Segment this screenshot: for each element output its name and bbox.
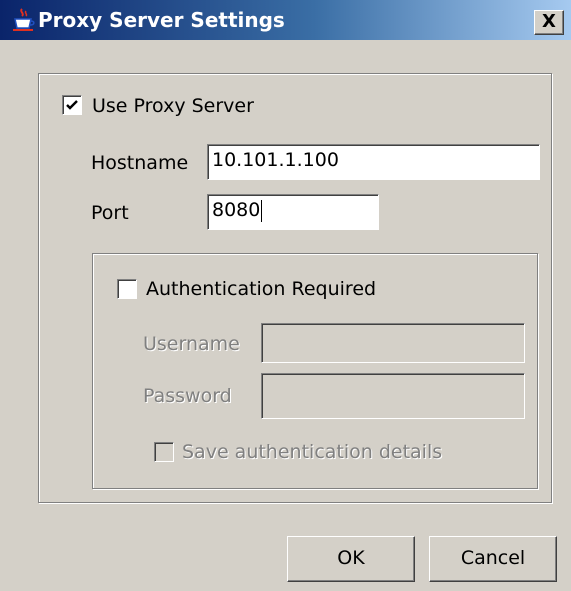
port-field[interactable]: 8080: [207, 194, 379, 230]
ok-button[interactable]: OK: [287, 536, 415, 582]
auth-required-label[interactable]: Authentication Required: [146, 278, 376, 300]
window-title: Proxy Server Settings: [38, 8, 285, 32]
save-details-label[interactable]: Save authentication details: [182, 441, 442, 463]
close-icon: X: [542, 11, 556, 32]
title-bar[interactable]: Proxy Server Settings X: [0, 0, 571, 40]
save-details-checkbox[interactable]: [154, 442, 174, 462]
auth-required-checkbox[interactable]: [117, 279, 137, 299]
port-value: 8080: [212, 199, 261, 221]
hostname-value: 10.101.1.100: [212, 149, 339, 171]
close-button[interactable]: X: [534, 10, 564, 35]
username-field[interactable]: [261, 323, 525, 363]
java-coffee-cup-icon: [13, 8, 35, 31]
hostname-field[interactable]: 10.101.1.100: [207, 144, 540, 180]
username-label: Username: [143, 333, 240, 355]
port-label: Port: [91, 202, 129, 224]
use-proxy-checkbox[interactable]: [62, 95, 82, 115]
password-label: Password: [143, 385, 232, 407]
use-proxy-label[interactable]: Use Proxy Server: [92, 95, 254, 117]
checkmark-icon: [66, 100, 78, 110]
hostname-label: Hostname: [91, 152, 189, 174]
cancel-button[interactable]: Cancel: [429, 536, 557, 582]
text-caret: [261, 199, 263, 222]
password-field[interactable]: [261, 373, 525, 419]
